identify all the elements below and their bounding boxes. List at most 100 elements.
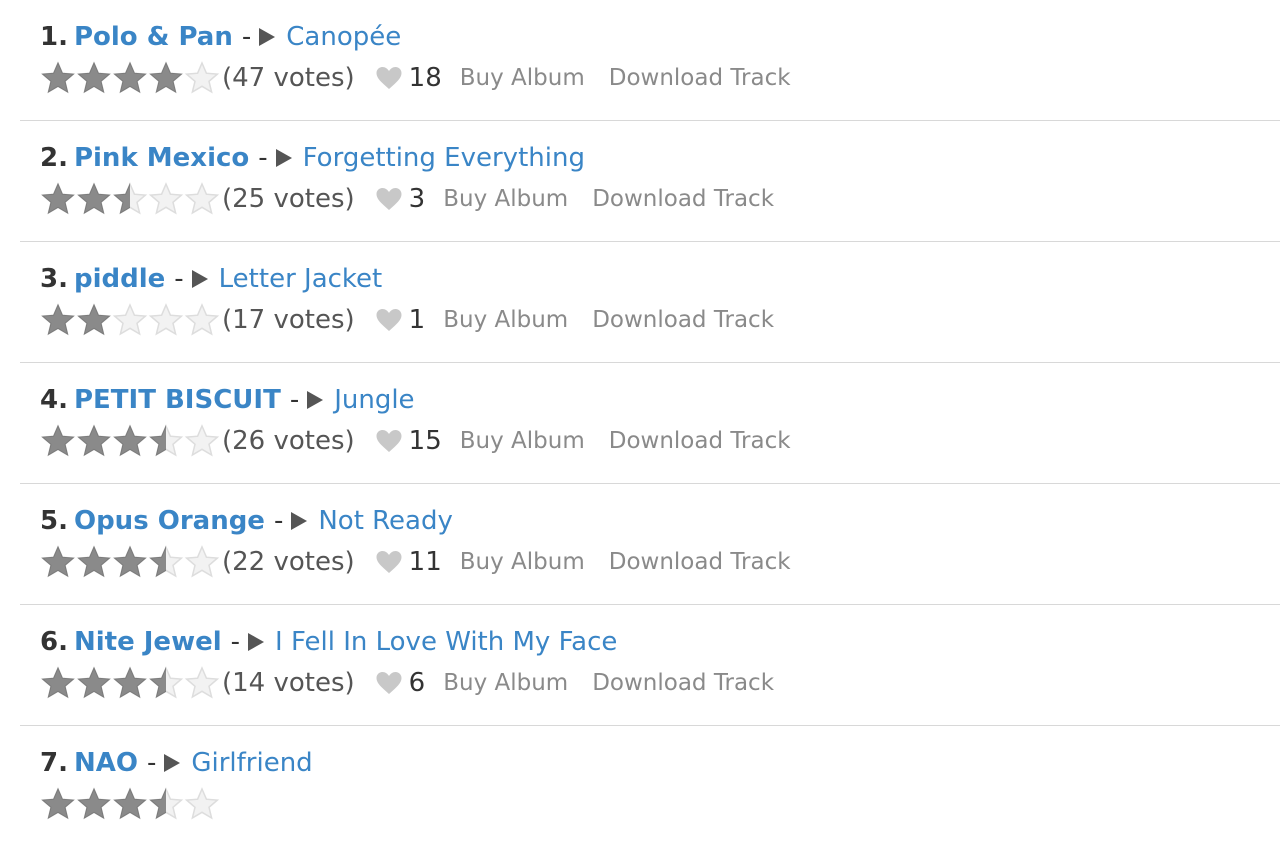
star-rating[interactable] <box>40 665 220 701</box>
play-icon[interactable] <box>191 270 208 288</box>
download-track-link[interactable]: Download Track <box>592 670 774 696</box>
star-rating[interactable] <box>40 60 220 96</box>
artist-link[interactable]: Nite Jewel <box>74 627 222 657</box>
heart-icon[interactable] <box>375 428 403 454</box>
star-icon[interactable] <box>76 181 112 217</box>
like-count: 1 <box>408 305 426 335</box>
artist-link[interactable]: NAO <box>74 748 138 778</box>
star-icon[interactable] <box>184 181 220 217</box>
rank-number: 6. <box>40 627 68 657</box>
track-link[interactable]: I Fell In Love With My Face <box>275 627 617 657</box>
star-icon[interactable] <box>112 302 148 338</box>
play-icon[interactable] <box>259 28 276 46</box>
like-count: 3 <box>408 184 426 214</box>
star-icon[interactable] <box>112 181 148 217</box>
star-rating[interactable] <box>40 181 220 217</box>
star-icon[interactable] <box>76 544 112 580</box>
play-icon[interactable] <box>275 149 292 167</box>
star-icon[interactable] <box>40 181 76 217</box>
play-icon[interactable] <box>291 512 308 530</box>
heart-icon[interactable] <box>375 65 403 91</box>
artist-link[interactable]: piddle <box>74 264 165 294</box>
star-icon[interactable] <box>184 544 220 580</box>
buy-album-link[interactable]: Buy Album <box>460 65 585 91</box>
rank-number: 7. <box>40 748 68 778</box>
rank-number: 5. <box>40 506 68 536</box>
meta-line: (22 votes) 11 Buy Album Download Track <box>40 543 815 581</box>
buy-album-link[interactable]: Buy Album <box>443 307 568 333</box>
track-link[interactable]: Canopée <box>286 22 401 52</box>
title-line: 2. Pink Mexico - Forgetting Everything <box>40 140 585 176</box>
list-item: 3. piddle - Letter Jacket (17 votes) 1 Buy Alb… <box>20 242 1280 363</box>
star-icon[interactable] <box>40 786 76 822</box>
title-line: 4. PETIT BISCUIT - Jungle <box>40 382 415 418</box>
star-icon[interactable] <box>148 423 184 459</box>
track-link[interactable]: Letter Jacket <box>219 264 383 294</box>
artist-link[interactable]: PETIT BISCUIT <box>74 385 281 415</box>
star-icon[interactable] <box>40 544 76 580</box>
download-track-link[interactable]: Download Track <box>609 65 791 91</box>
star-icon[interactable] <box>112 786 148 822</box>
list-item: 6. Nite Jewel - I Fell In Love With My Face… <box>20 605 1280 726</box>
heart-icon[interactable] <box>375 549 403 575</box>
play-icon[interactable] <box>248 633 265 651</box>
star-icon[interactable] <box>148 302 184 338</box>
track-link[interactable]: Not Ready <box>318 506 453 536</box>
star-rating[interactable] <box>40 423 220 459</box>
heart-icon[interactable] <box>375 186 403 212</box>
star-rating[interactable] <box>40 786 220 822</box>
star-icon[interactable] <box>112 60 148 96</box>
buy-album-link[interactable]: Buy Album <box>443 670 568 696</box>
star-icon[interactable] <box>184 302 220 338</box>
download-track-link[interactable]: Download Track <box>609 549 791 575</box>
buy-album-link[interactable]: Buy Album <box>460 428 585 454</box>
star-icon[interactable] <box>76 302 112 338</box>
star-icon[interactable] <box>112 544 148 580</box>
rank-number: 2. <box>40 143 68 173</box>
heart-icon[interactable] <box>375 307 403 333</box>
star-icon[interactable] <box>76 423 112 459</box>
vote-count: (17 votes) <box>222 305 355 335</box>
vote-count: (25 votes) <box>222 184 355 214</box>
download-track-link[interactable]: Download Track <box>592 307 774 333</box>
star-icon[interactable] <box>40 60 76 96</box>
list-item: 7. NAO - Girlfriend <box>20 726 1280 847</box>
meta-line: (47 votes) 18 Buy Album Download Track <box>40 59 815 97</box>
star-icon[interactable] <box>40 665 76 701</box>
track-link[interactable]: Jungle <box>334 385 414 415</box>
play-icon[interactable] <box>307 391 324 409</box>
star-icon[interactable] <box>184 665 220 701</box>
star-icon[interactable] <box>76 665 112 701</box>
star-icon[interactable] <box>40 423 76 459</box>
buy-album-link[interactable]: Buy Album <box>443 186 568 212</box>
track-list: 1. Polo & Pan - Canopée (47 votes) 18 Buy Albu… <box>20 0 1280 847</box>
star-icon[interactable] <box>76 60 112 96</box>
rank-number: 4. <box>40 385 68 415</box>
artist-link[interactable]: Pink Mexico <box>74 143 249 173</box>
star-icon[interactable] <box>184 786 220 822</box>
star-icon[interactable] <box>148 665 184 701</box>
star-icon[interactable] <box>148 786 184 822</box>
artist-link[interactable]: Polo & Pan <box>74 22 233 52</box>
like-count: 11 <box>408 547 442 577</box>
buy-album-link[interactable]: Buy Album <box>460 549 585 575</box>
play-icon[interactable] <box>164 754 181 772</box>
star-icon[interactable] <box>76 786 112 822</box>
star-rating[interactable] <box>40 302 220 338</box>
artist-link[interactable]: Opus Orange <box>74 506 265 536</box>
star-icon[interactable] <box>40 302 76 338</box>
star-icon[interactable] <box>184 60 220 96</box>
download-track-link[interactable]: Download Track <box>592 186 774 212</box>
track-link[interactable]: Girlfriend <box>191 748 312 778</box>
star-icon[interactable] <box>148 60 184 96</box>
download-track-link[interactable]: Download Track <box>609 428 791 454</box>
star-icon[interactable] <box>112 423 148 459</box>
track-link[interactable]: Forgetting Everything <box>303 143 585 173</box>
title-line: 7. NAO - Girlfriend <box>40 745 313 781</box>
star-rating[interactable] <box>40 544 220 580</box>
star-icon[interactable] <box>112 665 148 701</box>
star-icon[interactable] <box>184 423 220 459</box>
star-icon[interactable] <box>148 544 184 580</box>
star-icon[interactable] <box>148 181 184 217</box>
heart-icon[interactable] <box>375 670 403 696</box>
